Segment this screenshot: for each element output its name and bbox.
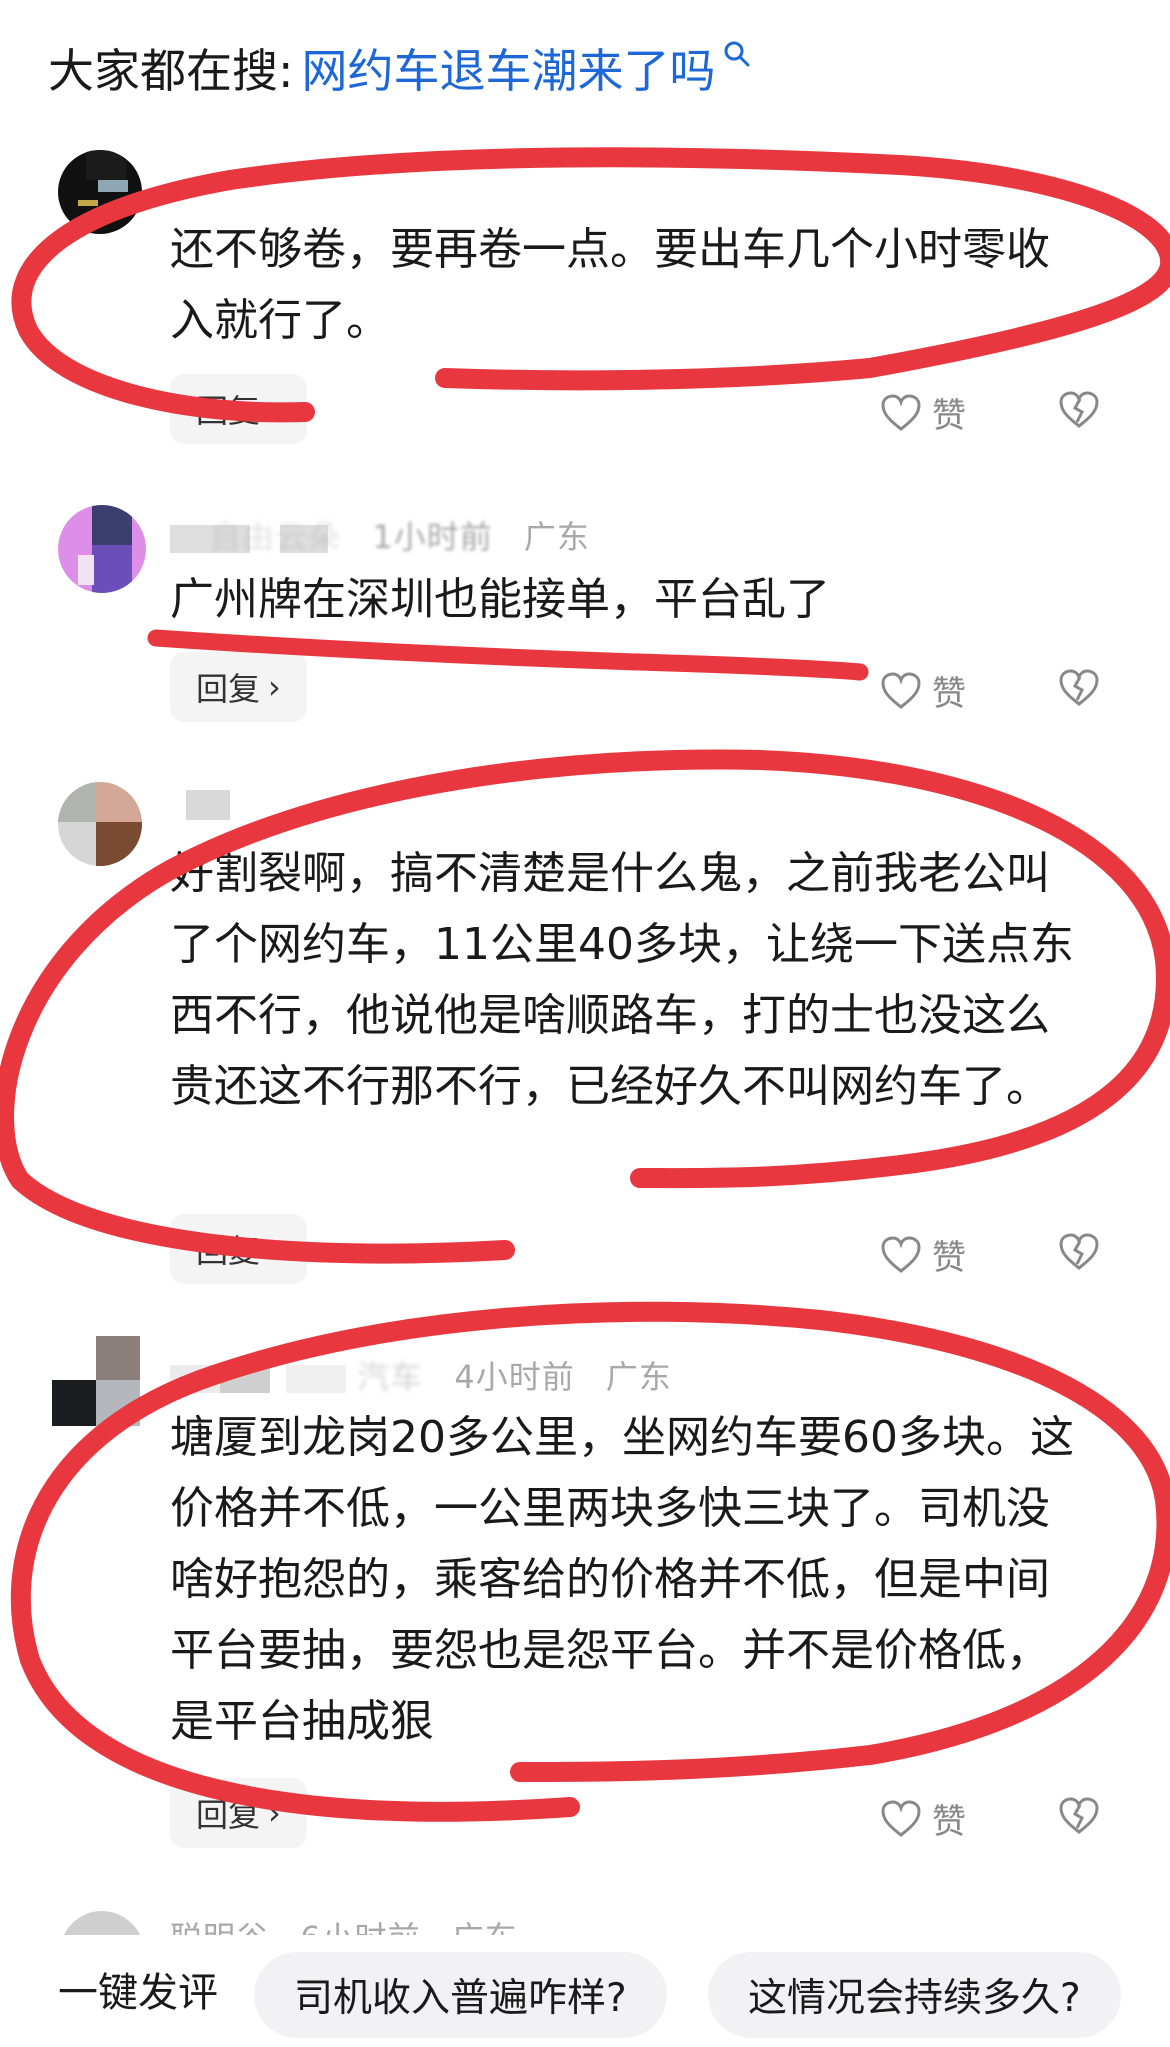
like-label: 赞 bbox=[932, 674, 966, 714]
search-suggestion[interactable]: 大家都在搜: 网约车退车潮来了吗 bbox=[48, 28, 752, 108]
like-button[interactable]: 赞 bbox=[880, 1230, 966, 1279]
heart-icon bbox=[881, 1235, 921, 1273]
heart-icon bbox=[881, 393, 921, 431]
reply-label: 回复 bbox=[196, 392, 261, 430]
reply-button[interactable]: 回复 › bbox=[170, 1214, 307, 1284]
like-label: 赞 bbox=[932, 396, 966, 436]
chevron-right-icon: › bbox=[268, 390, 281, 428]
broken-heart-icon bbox=[1059, 669, 1099, 706]
avatar[interactable] bbox=[58, 150, 142, 234]
timestamp: 4小时前 bbox=[454, 1358, 575, 1396]
suggested-comment-pill[interactable]: 这情况会持续多久? bbox=[708, 1952, 1121, 2038]
timestamp: 1小时前 bbox=[372, 518, 493, 556]
dislike-button[interactable] bbox=[1058, 1796, 1100, 1836]
chevron-right-icon: › bbox=[268, 1230, 281, 1268]
avatar[interactable] bbox=[58, 782, 142, 866]
partial-comment: 聪明谷 6小时前 广东 bbox=[0, 1905, 1170, 1935]
chevron-right-icon: › bbox=[268, 1794, 281, 1832]
comment-text: 还不够卷，要再卷一点。要出车几个小时零收入就行了。 bbox=[170, 224, 1050, 346]
search-icon bbox=[724, 41, 749, 67]
like-button[interactable]: 赞 bbox=[880, 666, 966, 715]
reply-label: 回复 bbox=[196, 670, 261, 708]
reply-label: 回复 bbox=[196, 1796, 261, 1834]
location: 广东 bbox=[523, 518, 590, 556]
dislike-button[interactable] bbox=[1058, 390, 1100, 430]
heart-icon bbox=[881, 1799, 921, 1837]
username[interactable]: 汽车 bbox=[357, 1358, 423, 1396]
reply-label: 回复 bbox=[196, 1232, 261, 1270]
username[interactable]: 自由云朵 bbox=[209, 518, 341, 556]
suggested-comment-pill[interactable]: 司机收入普遍咋样? bbox=[254, 1952, 667, 2038]
heart-icon bbox=[881, 671, 921, 709]
reply-button[interactable]: 回复 › bbox=[170, 374, 307, 444]
broken-heart-icon bbox=[1059, 1233, 1099, 1270]
reply-button[interactable]: 回复 › bbox=[170, 1778, 307, 1848]
username[interactable]: 聪明谷 bbox=[170, 1919, 269, 1935]
quick-comment-label[interactable]: 一键发评 bbox=[58, 1960, 218, 2018]
comment-meta: 聪明谷 6小时前 广东 bbox=[170, 1913, 518, 1935]
dislike-button[interactable] bbox=[1058, 668, 1100, 708]
obscured-username bbox=[186, 790, 230, 820]
comment-text: 广州牌在深圳也能接单，平台乱了 bbox=[170, 574, 830, 625]
broken-heart-icon bbox=[1059, 391, 1099, 428]
reply-button[interactable]: 回复 › bbox=[170, 652, 307, 722]
avatar[interactable] bbox=[60, 1911, 144, 1935]
comment-meta: 自由云朵 1小时前 广东 bbox=[170, 512, 590, 558]
like-label: 赞 bbox=[932, 1238, 966, 1278]
broken-heart-icon bbox=[1059, 1797, 1099, 1834]
timestamp: 6小时前 bbox=[300, 1919, 420, 1935]
like-button[interactable]: 赞 bbox=[880, 1794, 966, 1843]
like-button[interactable]: 赞 bbox=[880, 388, 966, 437]
search-suggestion-prefix: 大家都在搜: bbox=[48, 44, 294, 98]
comment-meta: 汽车 4小时前 广东 bbox=[170, 1352, 672, 1398]
location: 广东 bbox=[605, 1358, 672, 1396]
chevron-right-icon: › bbox=[268, 668, 281, 706]
location: 广东 bbox=[452, 1919, 518, 1935]
avatar[interactable] bbox=[58, 505, 146, 593]
comment-text: 好割裂啊，搞不清楚是什么鬼，之前我老公叫了个网约车，11公里40多块，让绕一下送… bbox=[170, 848, 1074, 1112]
avatar[interactable] bbox=[52, 1336, 140, 1426]
search-suggestion-query[interactable]: 网约车退车潮来了吗 bbox=[302, 35, 716, 101]
comment-text: 塘厦到龙岗20多公里，坐网约车要60多块。这价格并不低，一公里两块多快三块了。司… bbox=[170, 1412, 1074, 1747]
dislike-button[interactable] bbox=[1058, 1232, 1100, 1272]
like-label: 赞 bbox=[932, 1802, 966, 1842]
